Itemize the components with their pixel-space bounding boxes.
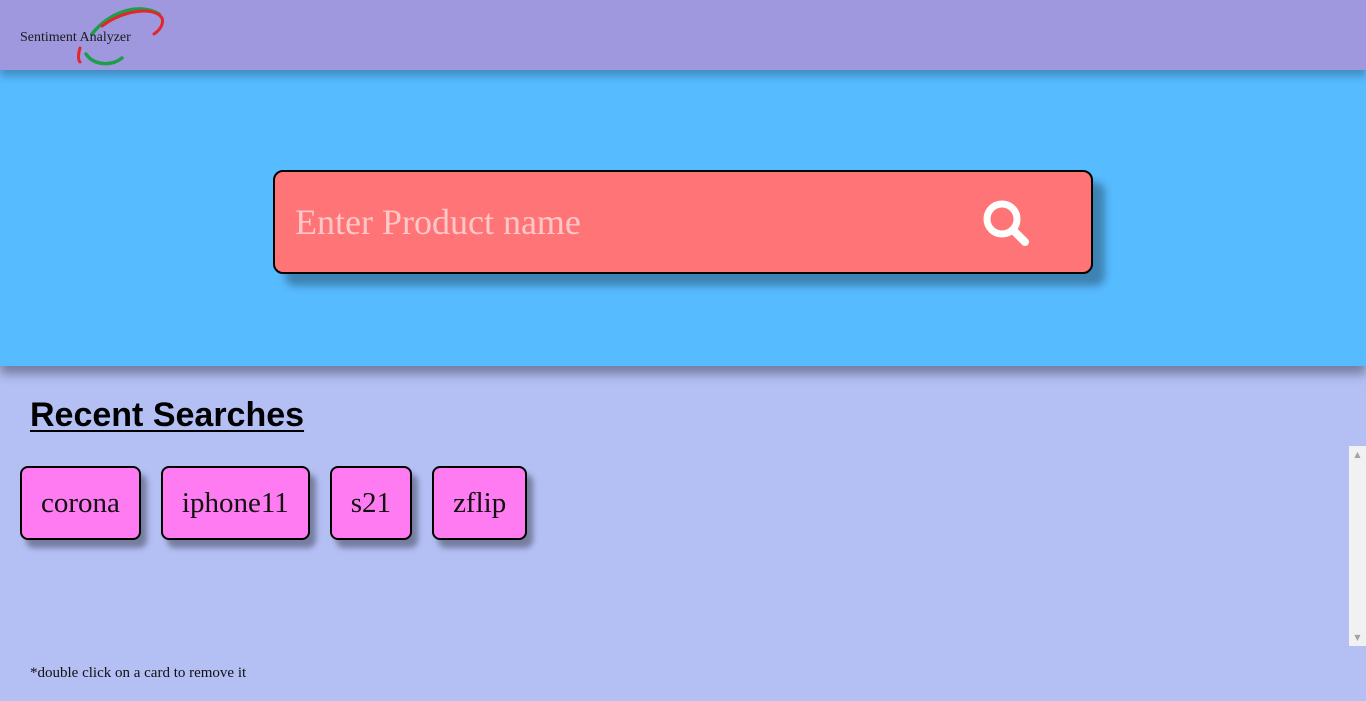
recent-search-card[interactable]: zflip [432, 466, 528, 540]
search-hero [0, 70, 1366, 366]
recent-searches-title: Recent Searches [30, 396, 305, 434]
product-search-input[interactable] [295, 190, 955, 254]
scroll-down-arrow-icon[interactable]: ▼ [1349, 629, 1366, 646]
search-box [273, 170, 1093, 274]
recent-searches-section: Recent Searches corona iphone11 s21 zfli… [0, 366, 1366, 701]
recent-search-card[interactable]: corona [20, 466, 141, 540]
search-button[interactable] [975, 192, 1039, 256]
recent-search-cards: corona iphone11 s21 zflip [20, 466, 528, 540]
scroll-up-arrow-icon[interactable]: ▲ [1349, 446, 1366, 463]
recent-search-card[interactable]: iphone11 [160, 466, 310, 540]
brand-title: Sentiment Analyzer [20, 30, 131, 45]
navbar: Sentiment Analyzer [0, 0, 1366, 70]
remove-card-hint: *double click on a card to remove it [30, 665, 247, 681]
search-icon [983, 200, 1029, 246]
recent-search-card[interactable]: s21 [329, 466, 413, 540]
vertical-scrollbar[interactable]: ▲ ▼ [1349, 446, 1366, 646]
brand-logo[interactable]: Sentiment Analyzer [14, 4, 174, 68]
